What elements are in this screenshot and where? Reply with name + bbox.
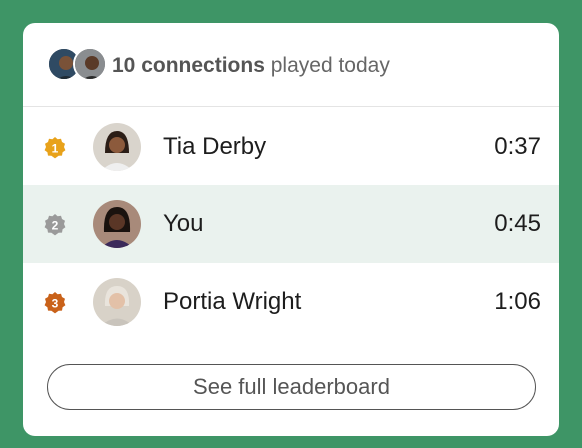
player-name: Portia Wright <box>163 288 302 315</box>
rank-badge-icon: 3 <box>43 291 67 315</box>
rank-number: 2 <box>52 219 59 233</box>
rank-number: 3 <box>52 297 59 311</box>
avatar <box>93 123 141 171</box>
card-header: 10 connections played today <box>23 23 559 107</box>
rank-number: 1 <box>52 142 59 156</box>
connections-count: 10 connections <box>112 54 265 77</box>
leaderboard-card: 10 connections played today 1 Tia Derby … <box>23 23 559 436</box>
leaderboard-row[interactable]: 1 Tia Derby 0:37 <box>23 108 559 186</box>
player-name: You <box>163 210 204 237</box>
rank-badge-icon: 2 <box>43 213 67 237</box>
connection-avatar <box>73 47 107 81</box>
connection-avatars <box>47 47 109 83</box>
see-full-leaderboard-button[interactable]: See full leaderboard <box>47 364 536 410</box>
player-time: 1:06 <box>494 288 541 315</box>
player-name: Tia Derby <box>163 133 267 160</box>
played-today-text: 10 connections played today <box>112 54 390 78</box>
avatar <box>93 200 141 248</box>
played-today-suffix: played today <box>270 54 390 77</box>
player-time: 0:37 <box>494 133 541 160</box>
rank-badge-icon: 1 <box>43 136 67 160</box>
avatar <box>93 278 141 326</box>
player-time: 0:45 <box>494 210 541 237</box>
leaderboard-row[interactable]: 3 Portia Wright 1:06 <box>23 263 559 341</box>
leaderboard-row-current-user[interactable]: 2 You 0:45 <box>23 185 559 263</box>
